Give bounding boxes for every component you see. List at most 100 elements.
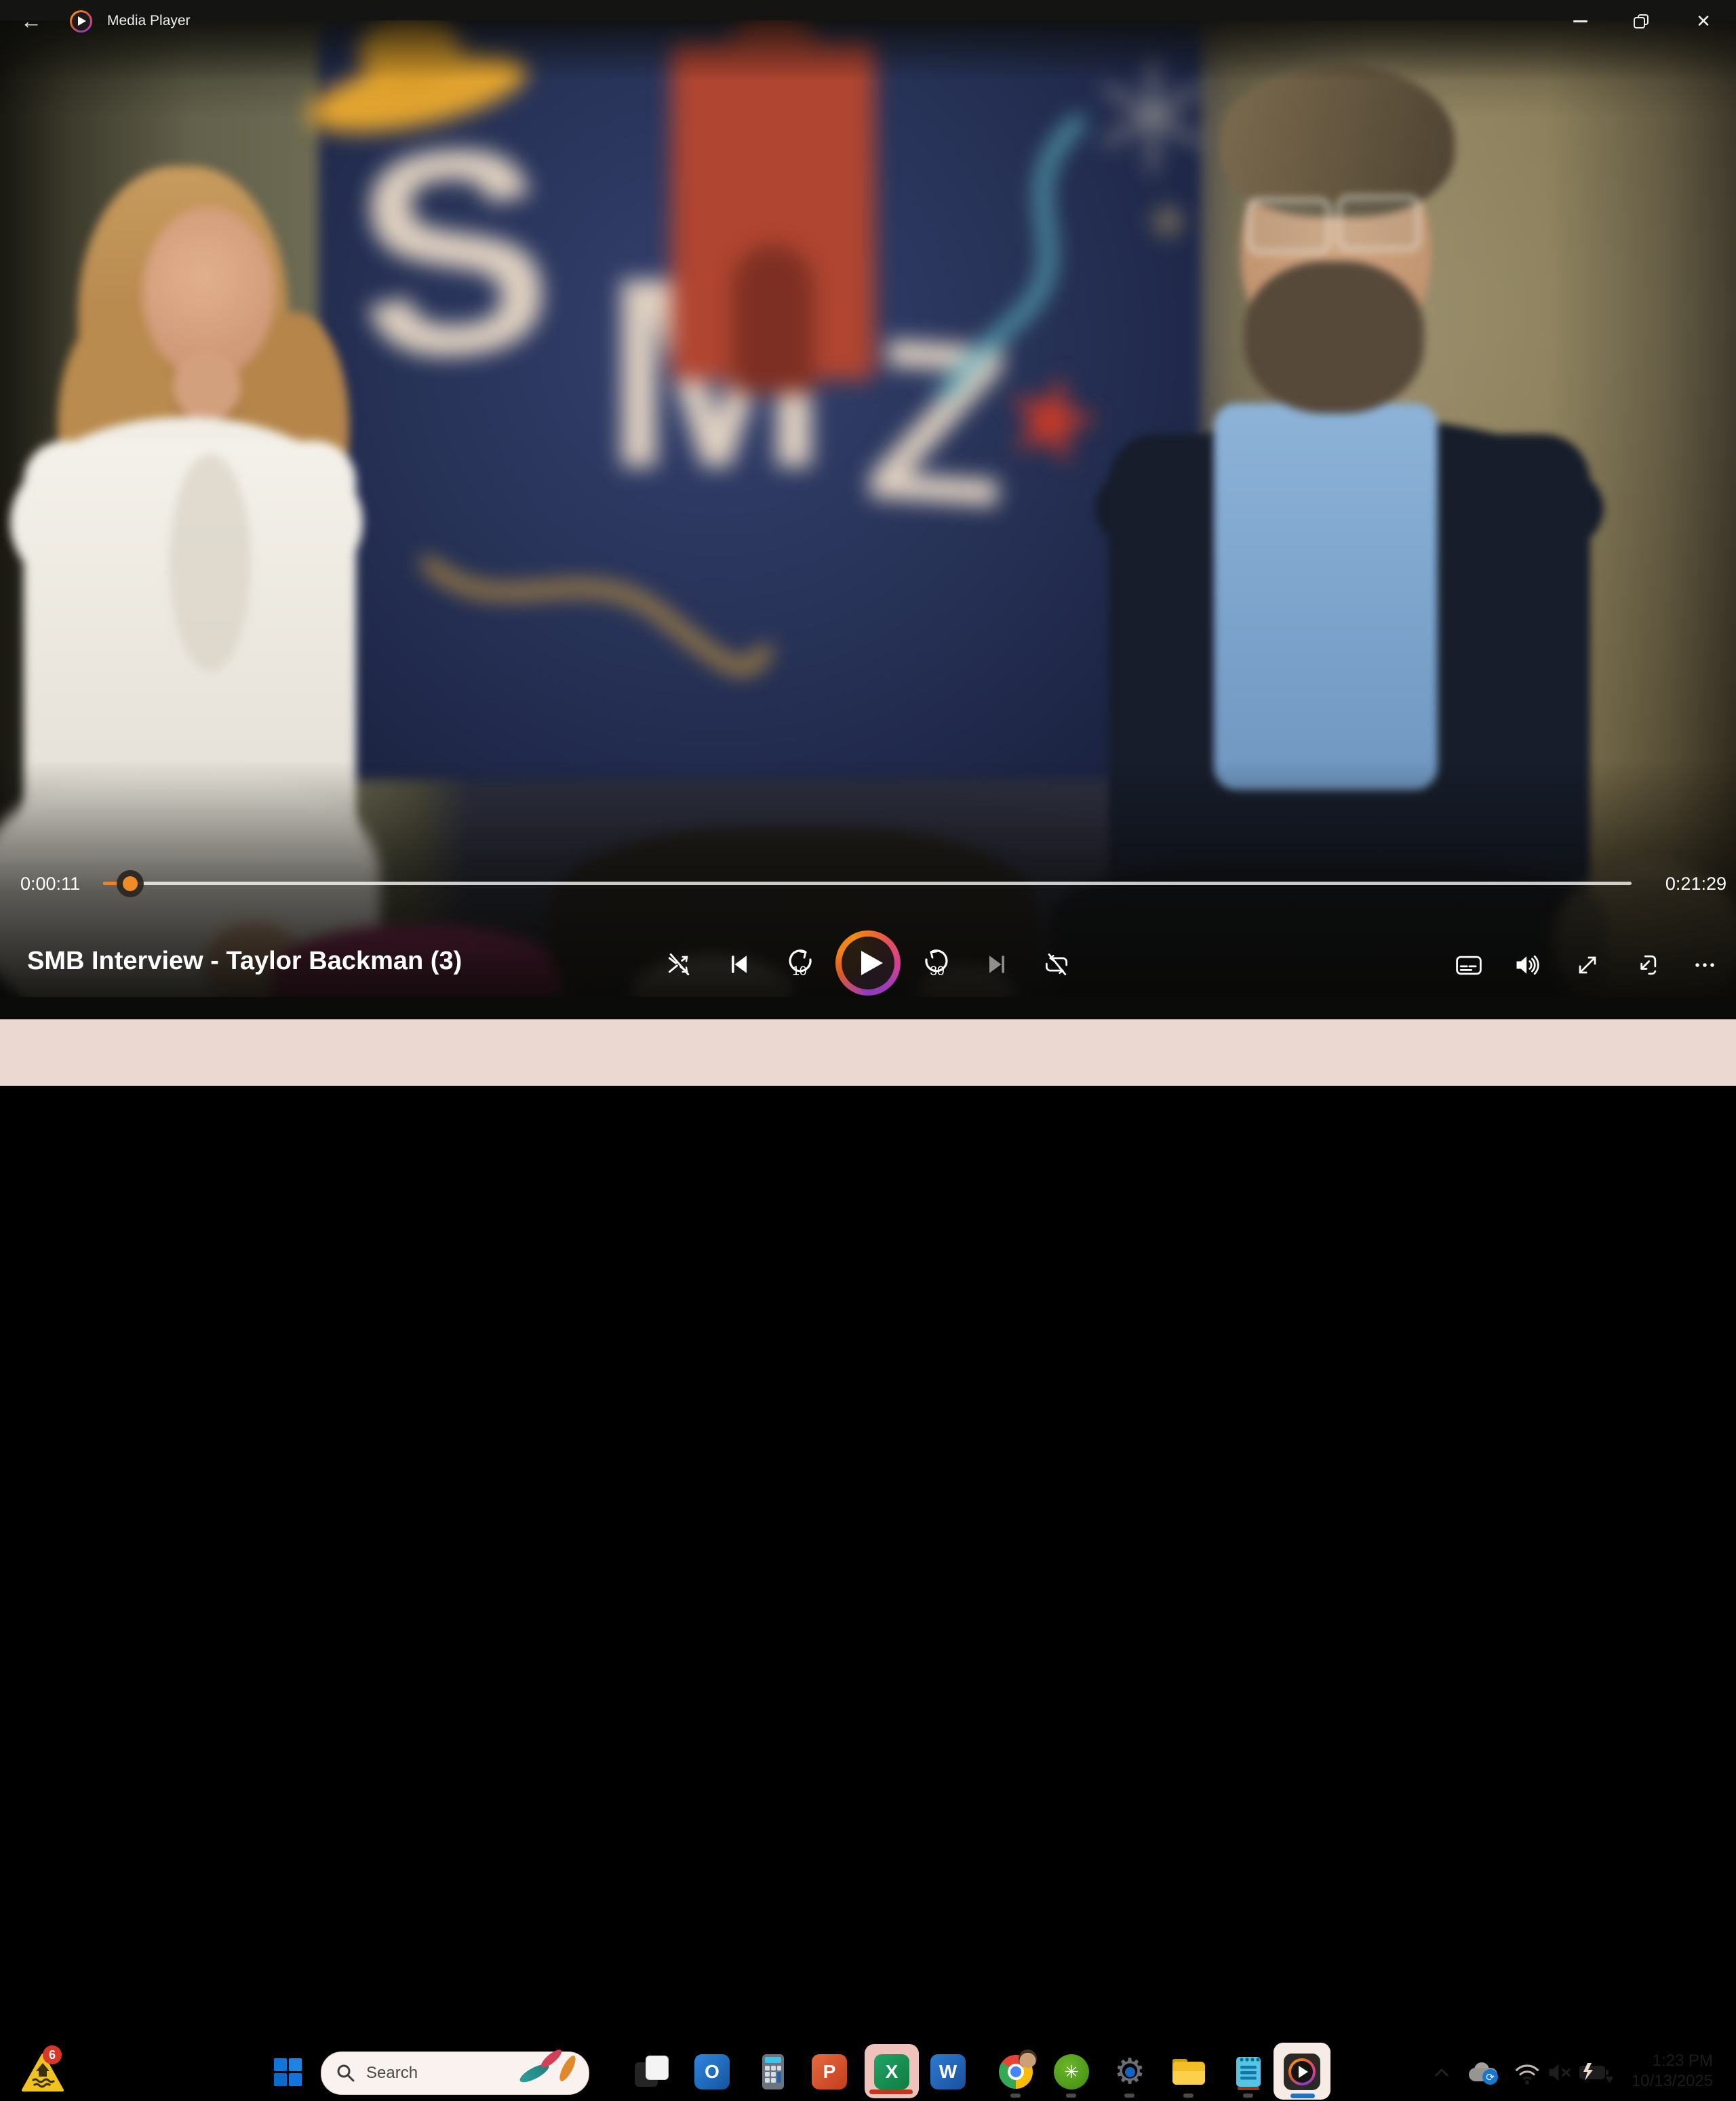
fullscreen-button[interactable] xyxy=(1572,949,1603,981)
close-button[interactable]: ✕ xyxy=(1682,5,1725,37)
running-indicator xyxy=(1183,2094,1194,2098)
fidelity-star-glyph: ✳ xyxy=(1064,2062,1079,2083)
powerpoint-letter: P xyxy=(823,2061,836,2083)
taskbar-app-notepad[interactable] xyxy=(1225,2049,1271,2095)
volume-icon xyxy=(1513,950,1543,980)
search-box[interactable] xyxy=(321,2051,589,2095)
minimize-icon xyxy=(1573,20,1587,22)
taskbar-app-file-explorer[interactable] xyxy=(1166,2049,1212,2095)
fidelity-icon: ✳ xyxy=(1054,2054,1089,2089)
taskbar-app-outlook[interactable]: O xyxy=(689,2049,735,2095)
excel-attention-indicator xyxy=(869,2089,913,2094)
outlook-icon: O xyxy=(694,2054,730,2089)
skip-forward-30-button[interactable]: 30 xyxy=(921,947,953,982)
more-options-button[interactable] xyxy=(1689,949,1720,981)
shuffle-off-icon xyxy=(665,949,694,979)
close-icon: ✕ xyxy=(1696,11,1711,32)
minimize-button[interactable] xyxy=(1558,5,1602,37)
onedrive-cloud-icon: ⟳ xyxy=(1469,2062,1499,2083)
next-button-disabled xyxy=(981,948,1013,981)
notification-badge: 6 xyxy=(43,2045,62,2064)
excel-letter: X xyxy=(886,2061,899,2083)
skip-back-10-icon: 10 xyxy=(783,947,816,982)
taskbar-app-task-view[interactable] xyxy=(628,2049,674,2095)
seek-bar-thumb[interactable] xyxy=(117,870,144,897)
volume-muted-icon xyxy=(1546,2059,1575,2086)
media-player-app-icon xyxy=(70,10,92,33)
svg-text:10: 10 xyxy=(792,964,806,979)
repeat-button[interactable] xyxy=(1040,948,1073,981)
excel-icon: X xyxy=(874,2054,909,2089)
chrome-icon xyxy=(998,2054,1034,2090)
start-button[interactable] xyxy=(264,2049,311,2095)
volume-button[interactable] xyxy=(1512,949,1543,981)
captions-icon xyxy=(1454,950,1484,980)
battery-charging-icon: ♥ xyxy=(1578,2060,1612,2085)
mini-player-button[interactable] xyxy=(1631,949,1662,981)
mini-player-icon xyxy=(1632,950,1661,980)
svg-text:30: 30 xyxy=(930,964,944,979)
window-title: Media Player xyxy=(107,13,191,29)
battery-heart-glyph: ♥ xyxy=(1606,2073,1613,2087)
shuffle-button[interactable] xyxy=(663,948,696,981)
taskbar-app-fidelity[interactable]: ✳ xyxy=(1048,2049,1094,2095)
running-indicator xyxy=(1124,2094,1135,2098)
clock-time: 1:23 PM xyxy=(1632,2051,1713,2071)
word-icon: W xyxy=(930,2054,966,2089)
chevron-up-icon xyxy=(1432,2062,1452,2083)
captions-button[interactable] xyxy=(1453,949,1484,981)
settings-gear-icon: ⚙ xyxy=(1111,2054,1148,2090)
skip-back-10-button[interactable]: 10 xyxy=(783,947,816,982)
calculator-icon xyxy=(755,2053,791,2091)
tray-volume-button[interactable] xyxy=(1545,2054,1576,2092)
file-explorer-icon xyxy=(1170,2055,1207,2089)
tray-onedrive-button[interactable]: ⟳ xyxy=(1467,2054,1501,2092)
total-duration: 0:21:29 xyxy=(1638,873,1727,895)
elapsed-time: 0:00:11 xyxy=(20,873,102,895)
widgets-button[interactable]: 6 xyxy=(19,2044,73,2101)
restore-icon xyxy=(1632,12,1650,30)
taskbar-app-word[interactable]: W xyxy=(925,2049,971,2095)
media-player-taskbar-icon xyxy=(1284,2054,1320,2090)
taskbar-app-settings[interactable]: ⚙ xyxy=(1107,2049,1153,2095)
feathers-icon xyxy=(518,2056,579,2091)
taskbar-app-powerpoint[interactable]: P xyxy=(806,2049,852,2095)
running-indicator xyxy=(1066,2094,1076,2098)
taskbar-app-calculator[interactable] xyxy=(750,2049,796,2095)
taskbar-clock[interactable]: 1:23 PM 10/13/2025 xyxy=(1632,2051,1713,2092)
search-icon xyxy=(336,2064,355,2083)
media-player-window: S M Z ＊ ✦ xyxy=(0,0,1736,1019)
chrome-profile-avatar xyxy=(1019,2049,1037,2068)
onedrive-sync-badge: ⟳ xyxy=(1482,2069,1498,2085)
windows-logo-icon xyxy=(272,2056,303,2087)
more-icon xyxy=(1690,950,1720,980)
back-button[interactable]: ← xyxy=(12,5,50,37)
next-icon xyxy=(982,949,1012,979)
running-indicator xyxy=(1243,2094,1253,2098)
outlook-letter: O xyxy=(705,2061,719,2083)
skip-forward-30-icon: 30 xyxy=(921,947,953,982)
running-indicator xyxy=(1010,2094,1021,2098)
previous-icon xyxy=(724,949,754,979)
previous-button[interactable] xyxy=(723,948,755,981)
word-letter: W xyxy=(939,2061,957,2083)
search-input[interactable] xyxy=(365,2063,517,2083)
taskbar-app-chrome[interactable] xyxy=(993,2049,1039,2095)
seek-bar-track[interactable] xyxy=(103,882,1632,885)
play-button[interactable] xyxy=(835,930,901,996)
taskbar-app-excel[interactable]: X xyxy=(869,2049,915,2095)
video-title: SMB Interview - Taylor Backman (3) xyxy=(27,947,462,976)
media-player-active-indicator xyxy=(1290,2094,1315,2098)
back-arrow-icon: ← xyxy=(20,9,42,34)
restore-button[interactable] xyxy=(1619,5,1663,37)
titlebar: ← Media Player ✕ xyxy=(0,0,1736,43)
clock-date: 10/13/2025 xyxy=(1632,2071,1713,2092)
repeat-off-icon xyxy=(1042,949,1071,979)
play-icon xyxy=(861,951,883,975)
tray-wifi-button[interactable] xyxy=(1511,2054,1543,2092)
tray-chevron-button[interactable] xyxy=(1427,2054,1457,2092)
tray-battery-button[interactable]: ♥ xyxy=(1577,2054,1613,2092)
notepad-icon xyxy=(1231,2053,1265,2091)
taskbar: 6 O xyxy=(0,1019,1736,1086)
taskbar-app-media-player[interactable] xyxy=(1279,2049,1325,2095)
